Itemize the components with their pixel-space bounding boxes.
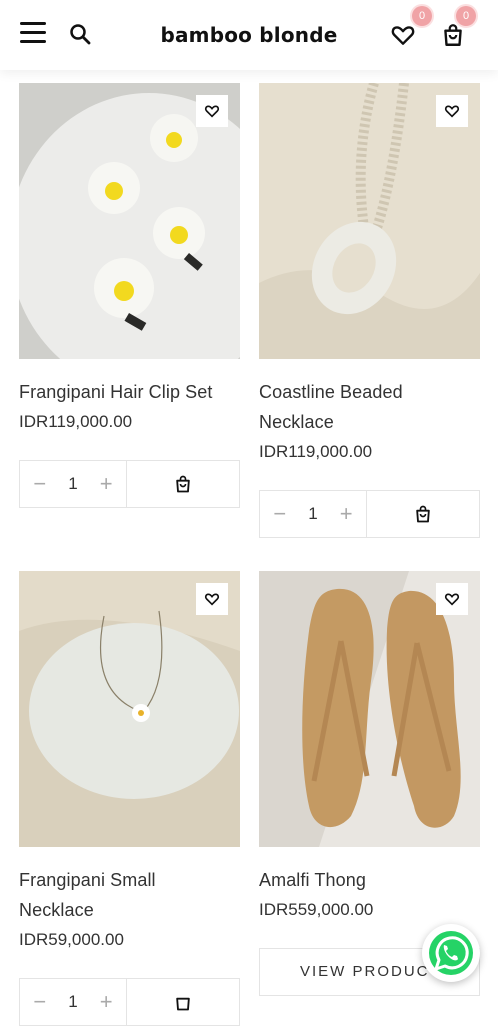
quantity-stepper[interactable]: − 1 + [260,491,367,537]
add-to-cart-button[interactable] [367,491,479,537]
heart-icon [204,593,220,606]
product-price: IDR559,000.00 [259,900,374,919]
add-to-cart-icon [416,505,430,523]
quantity-value[interactable]: 1 [68,474,77,494]
product-price: IDR119,000.00 [259,442,373,461]
quantity-stepper[interactable]: − 1 + [20,461,127,507]
product-image[interactable] [19,571,240,847]
product-price: IDR59,000.00 [19,930,124,949]
decrease-quantity-button[interactable]: − [269,501,291,527]
product-image[interactable] [259,571,480,847]
whatsapp-icon [429,931,473,975]
quantity-value[interactable]: 1 [308,504,317,524]
increase-quantity-button[interactable]: + [95,989,117,1015]
increase-quantity-button[interactable]: + [335,501,357,527]
wishlist-count-badge: 0 [412,6,432,26]
decrease-quantity-button[interactable]: − [29,989,51,1015]
increase-quantity-button[interactable]: + [95,471,117,497]
product-name[interactable]: Frangipani Hair Clip Set [19,377,240,407]
add-to-wishlist-button[interactable] [436,583,468,615]
product-image[interactable] [19,83,240,359]
heart-icon [444,593,460,606]
menu-icon[interactable] [20,22,46,44]
whatsapp-chat-button[interactable] [422,924,480,982]
product-card[interactable]: Frangipani Small Necklace IDR59,000.00 [19,571,240,955]
heart-icon [444,105,460,118]
add-to-wishlist-button[interactable] [436,95,468,127]
add-to-cart-button[interactable] [127,461,239,507]
decrease-quantity-button[interactable]: − [29,471,51,497]
add-to-cart-icon [176,475,190,493]
search-icon[interactable] [68,22,92,46]
top-header: bamboo blonde 0 0 [0,0,498,70]
add-to-cart-button[interactable] [127,979,239,1025]
quantity-and-add-row: − 1 + [19,978,240,1026]
add-to-wishlist-button[interactable] [196,95,228,127]
shopping-bag-icon[interactable] [440,22,466,48]
quantity-stepper[interactable]: − 1 + [20,979,127,1025]
product-name[interactable]: Coastline Beaded Necklace [259,377,439,437]
heart-icon [204,105,220,118]
product-name[interactable]: Amalfi Thong [259,865,480,895]
product-name[interactable]: Frangipani Small Necklace [19,865,189,925]
quantity-and-add-row: − 1 + [259,490,480,538]
cart-count-badge: 0 [456,6,476,26]
product-image[interactable] [259,83,480,359]
product-card[interactable]: Coastline Beaded Necklace IDR119,000.00 [259,83,480,467]
quantity-value[interactable]: 1 [68,992,77,1012]
product-price: IDR119,000.00 [19,412,133,431]
quantity-and-add-row: − 1 + [19,460,240,508]
add-to-cart-icon [176,997,190,1011]
add-to-wishlist-button[interactable] [196,583,228,615]
product-card[interactable]: Frangipani Hair Clip Set IDR119,000.00 [19,83,240,437]
wishlist-heart-icon[interactable] [390,22,416,48]
product-card[interactable]: Amalfi Thong IDR559,000.00 [259,571,480,925]
